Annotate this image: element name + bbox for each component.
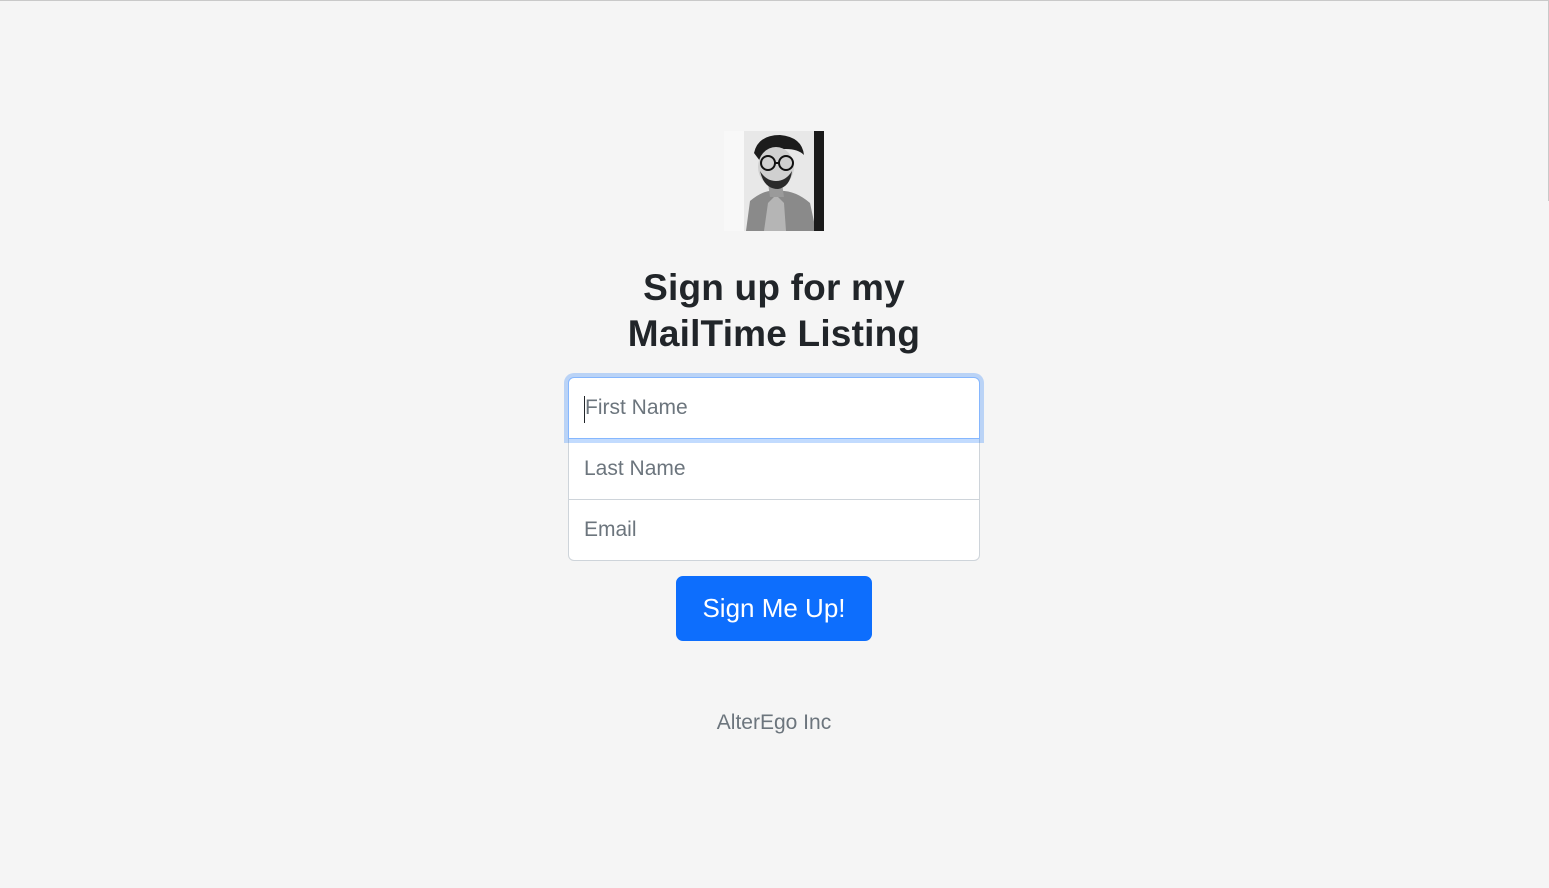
footer-copyright: AlterEgo Inc bbox=[716, 711, 832, 734]
text-cursor bbox=[584, 395, 585, 423]
first-name-placeholder: First Name bbox=[585, 396, 688, 419]
email-field[interactable]: Email bbox=[568, 499, 980, 561]
page-title: Sign up for my MailTime Listing bbox=[574, 265, 974, 357]
email-placeholder: Email bbox=[584, 518, 637, 541]
signup-page: Sign up for my MailTime Listing First Na… bbox=[0, 0, 1549, 888]
first-name-field[interactable]: First Name bbox=[568, 377, 980, 439]
profile-photo bbox=[724, 131, 824, 231]
page-title-line-1: Sign up for my bbox=[643, 267, 905, 308]
last-name-field[interactable]: Last Name bbox=[568, 438, 980, 500]
last-name-placeholder: Last Name bbox=[584, 457, 686, 480]
page-title-line-2: MailTime Listing bbox=[627, 313, 921, 354]
sign-me-up-button[interactable]: Sign Me Up! bbox=[676, 576, 872, 641]
signup-form: First Name Last Name Email bbox=[568, 377, 980, 561]
